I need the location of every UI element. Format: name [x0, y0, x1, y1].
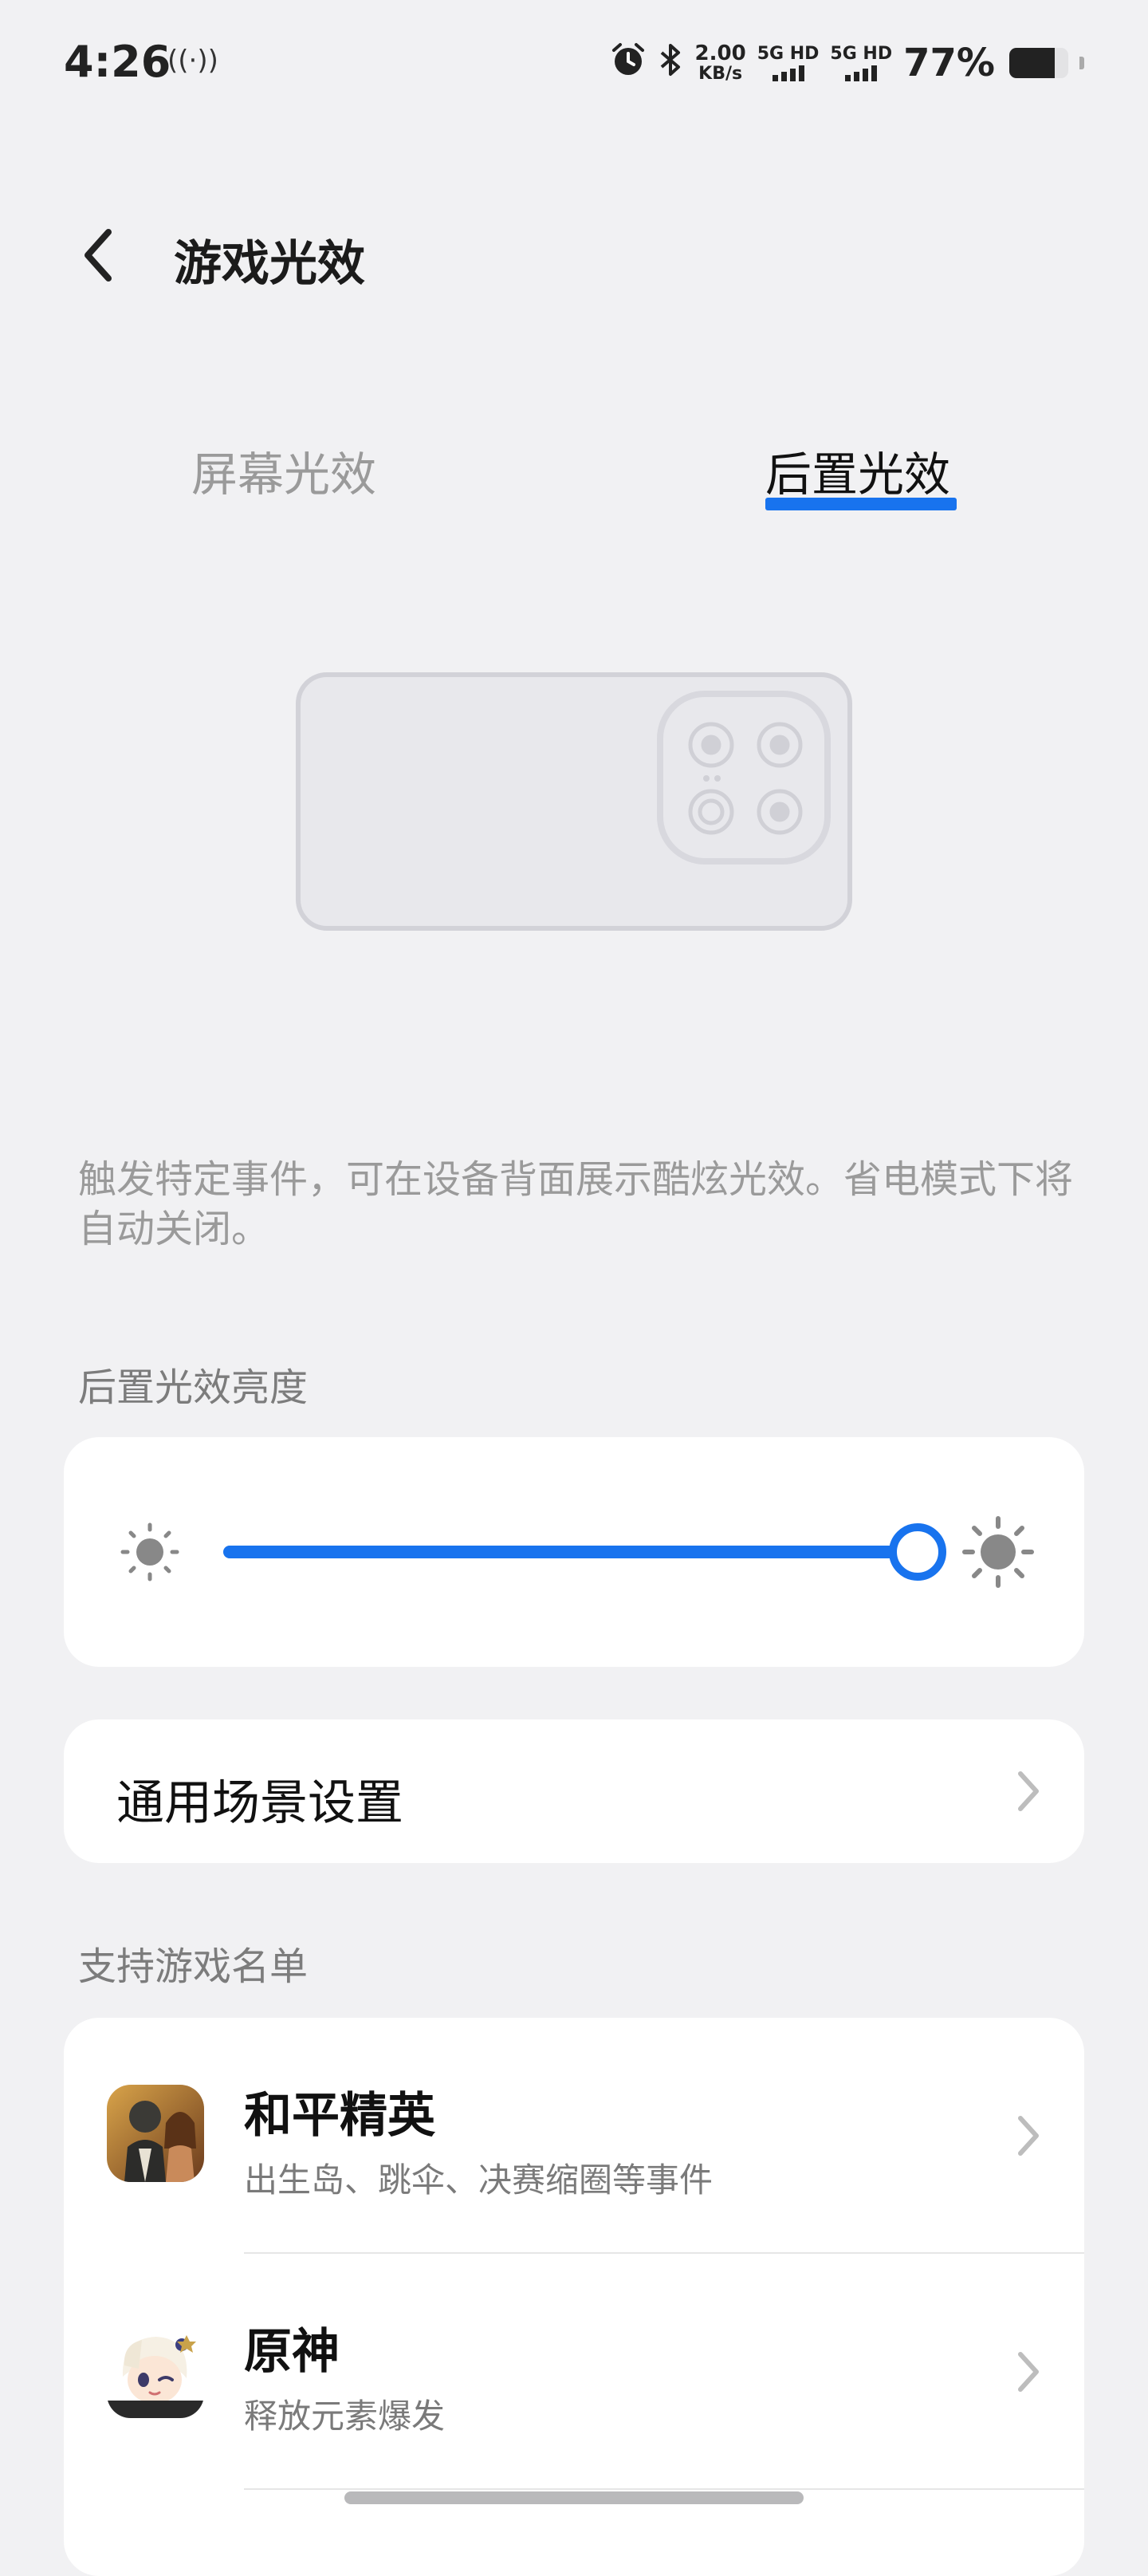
brightness-low-icon: [116, 1518, 183, 1589]
game-description: 释放元素爆发: [244, 2397, 446, 2436]
peace-elite-app-icon: [107, 2085, 204, 2182]
feature-description: 触发特定事件，可在设备背面展示酷炫光效。省电模式下将自动关闭。: [78, 1157, 1074, 1251]
status-icons: 2.00 KB/s 5G HD 5G HD 77%: [611, 35, 1084, 91]
status-time: 4:26: [64, 37, 171, 87]
brightness-high-icon: [961, 1515, 1035, 1592]
genshin-app-icon: [107, 2321, 204, 2418]
battery-icon: [1009, 48, 1068, 78]
bluetooth-icon: [657, 42, 684, 84]
sim1-signal: 5G HD: [757, 43, 820, 82]
brightness-card: [64, 1437, 1084, 1667]
brightness-slider[interactable]: [223, 1523, 947, 1581]
phone-back-illustration: [295, 672, 853, 938]
game-item-genshin[interactable]: 原神 释放元素爆发: [64, 2254, 1084, 2490]
list-divider: [244, 2488, 1084, 2490]
chevron-right-icon: [1016, 2350, 1043, 2397]
game-description: 出生岛、跳伞、决赛缩圈等事件: [244, 2160, 714, 2200]
general-scene-label: 通用场景设置: [116, 1775, 403, 1831]
signal-bars-icon: [772, 64, 804, 82]
battery-fill: [1009, 48, 1055, 78]
chevron-right-icon: [1016, 2113, 1043, 2161]
brightness-section-label: 后置光效亮度: [78, 1365, 309, 1410]
chevron-right-icon: [1016, 1769, 1043, 1817]
tab-rear-light[interactable]: 后置光效: [765, 437, 950, 504]
tab-indicator: [765, 498, 957, 510]
battery-percent: 77%: [903, 41, 995, 85]
status-bar: 4:26 ((·)) 2.00 KB/s 5G HD 5G HD 77%: [0, 0, 1148, 128]
sim1-label: 5G HD: [757, 43, 820, 64]
home-indicator[interactable]: [344, 2491, 804, 2504]
brightness-slider-thumb[interactable]: [889, 1523, 947, 1581]
alarm-icon: [611, 42, 646, 84]
battery-cap: [1079, 57, 1084, 69]
page-title: 游戏光效: [174, 236, 365, 292]
hotspot-icon: ((·)): [167, 45, 218, 77]
sim2-label: 5G HD: [830, 43, 893, 64]
sim2-signal: 5G HD: [830, 43, 893, 82]
game-name: 和平精英: [244, 2088, 435, 2144]
brightness-slider-fill: [223, 1546, 918, 1558]
game-item-peace-elite[interactable]: 和平精英 出生岛、跳伞、决赛缩圈等事件: [64, 2018, 1084, 2254]
game-name: 原神: [244, 2324, 340, 2380]
signal-bars-icon: [845, 64, 878, 82]
back-button[interactable]: [73, 223, 121, 287]
tab-screen-light[interactable]: 屏幕光效: [191, 437, 376, 504]
game-list-section-label: 支持游戏名单: [78, 1944, 309, 1989]
network-speed-unit: KB/s: [698, 64, 743, 85]
network-speed-value: 2.00: [694, 41, 746, 65]
general-scene-settings[interactable]: 通用场景设置: [64, 1719, 1084, 1863]
chevron-left-icon: [85, 229, 112, 282]
network-speed: 2.00 KB/s: [694, 41, 746, 85]
